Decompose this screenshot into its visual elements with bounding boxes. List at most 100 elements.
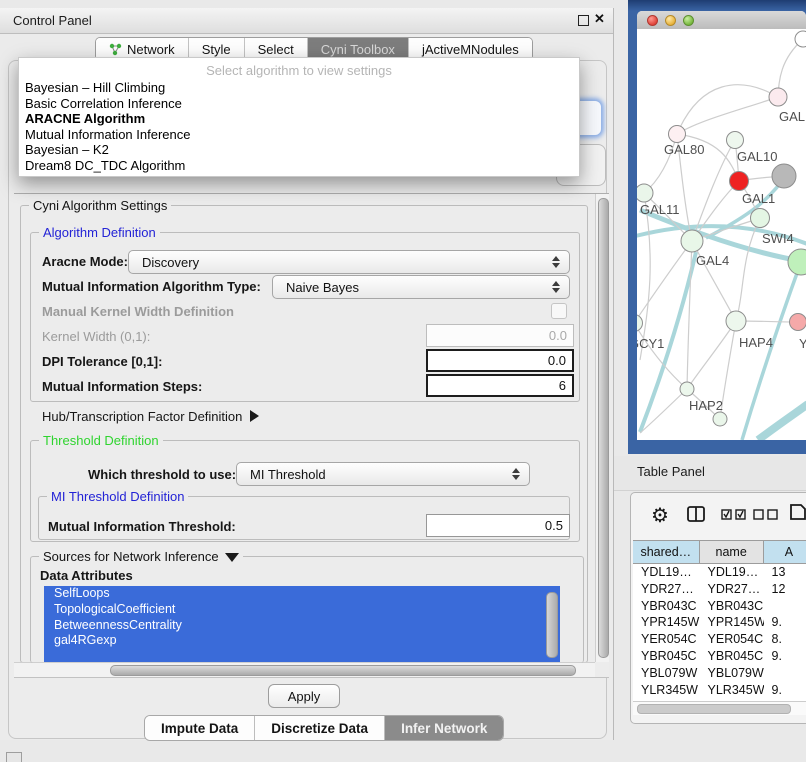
network-node-gal80[interactable] [669,126,686,143]
close-icon[interactable]: ✕ [594,11,605,27]
table-cell: YDL19… [633,564,700,581]
data-attributes-list[interactable]: SelfLoopsTopologicalCoefficientBetweenne… [44,586,560,662]
network-edge[interactable] [687,321,736,389]
column-header-name[interactable]: name [700,541,764,563]
table-cell: YPR145W [700,614,764,631]
unchecked-checkboxes-icon[interactable] [753,509,779,520]
minimize-traffic-light-icon[interactable] [665,15,676,26]
table-row[interactable]: YPR145WYPR145W9. [633,614,806,631]
table-body: YDL19…YDL19…13YDR27…YDR27…12YBR043CYBR04… [633,564,806,715]
table-row[interactable]: YDR27…YDR27…12 [633,581,806,598]
tab-discretize-data[interactable]: Discretize Data [255,716,385,740]
manual-kernel-checkbox[interactable] [551,303,567,319]
kernel-width-input[interactable]: 0.0 [426,324,574,347]
aracne-mode-combo[interactable]: Discovery [128,250,570,274]
table-cell: YPR145W [633,614,700,631]
aracne-mode-label: Aracne Mode: [42,254,128,269]
network-node[interactable] [713,412,727,426]
network-node-y[interactable] [790,314,806,331]
network-edge-strong[interactable] [758,404,806,440]
mi-threshold-input[interactable]: 0.5 [426,514,570,537]
column-header-shared[interactable]: shared… [633,541,700,563]
attributes-scrollbar-thumb[interactable] [546,592,558,658]
network-node-gal11[interactable] [637,184,653,202]
table-cell: YER054C [700,631,764,648]
document-icon[interactable] [789,503,806,521]
mi-type-label: Mutual Information Algorithm Type: [42,279,261,294]
tab-cyni-toolbox-label: Cyni Toolbox [321,42,395,57]
node-label: GAL4 [696,253,729,268]
network-node[interactable] [795,31,806,47]
network-node[interactable] [751,209,770,228]
algorithm-list-item[interactable]: Bayesian – Hill Climbing [19,80,579,96]
gear-icon[interactable]: ⚙ [651,503,669,528]
algorithm-list-item[interactable]: Mutual Information Inference [19,127,579,143]
horizontal-scrollbar-thumb[interactable] [110,665,576,676]
dpi-tolerance-input[interactable]: 0.0 [426,349,574,372]
attribute-item[interactable]: gal4RGexp [44,633,560,649]
zoom-traffic-light-icon[interactable] [683,15,694,26]
network-node-gcy1[interactable] [637,315,643,332]
node-label: SWI4 [762,231,794,246]
attribute-item[interactable]: BetweennessCentrality [44,618,560,634]
table-row[interactable]: YER054CYER054C8. [633,631,806,648]
table-row[interactable]: YBR045CYBR045C9. [633,648,806,665]
table-panel: ⚙ shared… name A YDL19…YDL19…13YDR27…YDR… [630,492,806,724]
network-titlebar[interactable] [637,11,806,30]
sources-title-row[interactable]: Sources for Network Inference [39,549,243,564]
mi-type-combo[interactable]: Naive Bayes [272,275,570,299]
network-edge[interactable] [736,218,760,321]
horizontal-scrollbar[interactable] [14,662,595,677]
checked-checkboxes-icon[interactable] [721,509,747,520]
table-row[interactable]: YDL19…YDL19…13 [633,564,806,581]
network-node-hap2[interactable] [680,382,694,396]
table-row[interactable]: YBR043CYBR043C [633,598,806,615]
vertical-scrollbar-thumb[interactable] [598,198,609,658]
table-horizontal-scrollbar[interactable] [633,701,806,715]
tab-impute-data[interactable]: Impute Data [145,716,255,740]
close-traffic-light-icon[interactable] [647,15,658,26]
node-label: GCY1 [637,336,664,351]
algorithm-list-item[interactable]: Dream8 DC_TDC Algorithm [19,158,579,174]
table-panel-title: Table Panel [637,464,705,479]
table-cell: 12 [764,581,806,598]
split-columns-icon[interactable] [687,506,705,522]
vertical-scrollbar[interactable] [595,194,609,662]
attribute-item[interactable]: TopologicalCoefficient [44,602,560,618]
network-edge[interactable] [687,241,692,389]
table-row[interactable]: YBL079WYBL079W [633,665,806,682]
algorithm-list-item[interactable]: ARACNE Algorithm [19,111,579,127]
algorithm-list-item[interactable]: Basic Correlation Inference [19,96,579,112]
table-cell: YDR27… [700,581,764,598]
attribute-item[interactable]: SelfLoops [44,586,560,602]
algorithm-list-item[interactable]: Bayesian – K2 [19,142,579,158]
network-node-gal4[interactable] [681,230,703,252]
control-panel-titlebar: Control Panel ✕ [0,8,613,34]
network-node-hap4[interactable] [726,311,746,331]
network-node-gal1[interactable] [730,172,749,191]
column-header-partial[interactable]: A [764,541,806,563]
table-row[interactable]: YLR345WYLR345W9. [633,682,806,699]
algorithm-definition-title: Algorithm Definition [39,225,160,240]
network-node-gal[interactable] [769,88,787,106]
control-panel-window: Control Panel ✕ Network Style Select Cyn… [0,8,614,740]
expanded-arrow-icon [225,553,239,562]
apply-button[interactable]: Apply [268,684,340,708]
table-cell: 9. [764,648,806,665]
network-canvas[interactable]: GALGAL80GAL10GAL1GAL11SWI4GAL4GCY1HAP4YH… [637,29,806,440]
network-node[interactable] [772,164,796,188]
network-icon [109,43,122,56]
threshold-definition-title: Threshold Definition [39,433,163,448]
which-threshold-combo[interactable]: MI Threshold [236,462,530,486]
network-node-gal10[interactable] [727,132,744,149]
network-node-swi4[interactable] [788,249,806,275]
tab-infer-network[interactable]: Infer Network [385,716,503,740]
hub-definition-toggle[interactable]: Hub/Transcription Factor Definition [42,408,259,426]
hub-definition-label: Hub/Transcription Factor Definition [42,409,242,424]
table-scrollbar-thumb[interactable] [637,704,791,714]
algorithm-list: Bayesian – Hill ClimbingBasic Correlatio… [19,80,579,174]
network-edge[interactable] [637,241,692,323]
network-edge[interactable] [677,97,778,134]
float-window-icon[interactable] [578,15,589,26]
mi-steps-input[interactable]: 6 [426,374,574,397]
